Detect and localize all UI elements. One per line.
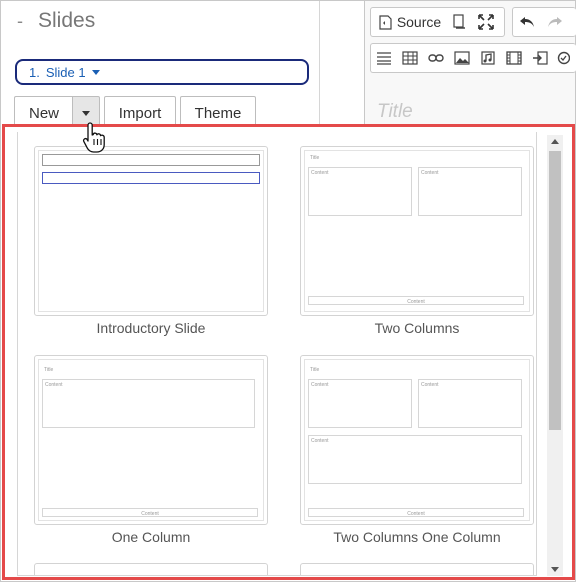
toolbar-row-2 xyxy=(365,43,576,75)
title-placeholder-box xyxy=(42,154,260,166)
video-icon xyxy=(506,51,522,65)
content-placeholder-label: Content xyxy=(407,299,425,305)
scroll-down-icon[interactable] xyxy=(551,567,559,572)
slide-selector-label: Slide 1 xyxy=(45,64,86,80)
title-placeholder-label: Title xyxy=(310,367,320,373)
slide-number: 1. xyxy=(29,64,40,80)
image-icon xyxy=(454,51,470,65)
footer-placeholder-box: Content xyxy=(308,296,524,305)
toolbar-row-1: Source xyxy=(365,7,576,39)
source-label: Source xyxy=(396,14,442,30)
audio-icon xyxy=(481,51,495,65)
video-button[interactable] xyxy=(501,46,527,70)
scroll-thumb[interactable] xyxy=(549,151,561,430)
content-placeholder-box: Content xyxy=(308,379,412,428)
redo-button[interactable] xyxy=(541,10,569,34)
table-button[interactable] xyxy=(397,46,423,70)
content-placeholder-label: Content xyxy=(45,382,63,388)
content-placeholder-label: Content xyxy=(311,438,329,444)
content-placeholder-box: Content xyxy=(42,379,255,428)
layout-name: Two Columns xyxy=(374,320,460,336)
link-icon xyxy=(428,54,444,62)
subtitle-placeholder-box xyxy=(42,172,260,184)
layout-list: Introductory Slide Title Content Content… xyxy=(17,132,537,576)
slide-title-placeholder[interactable]: Title xyxy=(377,101,413,123)
title-placeholder-label: Title xyxy=(44,367,54,373)
audio-button[interactable] xyxy=(475,46,501,70)
content-placeholder-label: Content xyxy=(421,382,439,388)
footer-placeholder-box: Content xyxy=(42,508,258,517)
spellcheck-button[interactable] xyxy=(553,46,573,70)
footer-placeholder-box: Content xyxy=(308,508,524,517)
panel-title: Slides xyxy=(38,9,96,32)
layout-name: Two Columns One Column xyxy=(333,529,501,545)
chevron-down-icon xyxy=(82,111,90,116)
image-button[interactable] xyxy=(449,46,475,70)
toolbar-group-history xyxy=(512,7,576,37)
layout-option-partial[interactable] xyxy=(34,563,268,575)
layout-name: Introductory Slide xyxy=(96,320,206,336)
content-placeholder-label: Content xyxy=(407,511,425,517)
content-placeholder-box: Content xyxy=(308,167,412,216)
toolbar-group-insert xyxy=(370,43,576,73)
horizontal-rule-button[interactable] xyxy=(371,46,397,70)
insert-button[interactable] xyxy=(527,46,553,70)
undo-button[interactable] xyxy=(513,10,541,34)
layout-thumbnail: Title Content Content xyxy=(34,355,268,525)
template-button[interactable] xyxy=(445,10,473,34)
toolbar-group-document: Source xyxy=(370,7,505,37)
link-button[interactable] xyxy=(423,46,449,70)
title-placeholder-label: Title xyxy=(310,155,320,161)
layout-thumbnail xyxy=(34,146,268,316)
panel-divider xyxy=(319,1,320,126)
redo-icon xyxy=(548,17,562,27)
content-placeholder-box: Content xyxy=(308,435,522,484)
spellcheck-icon xyxy=(557,51,570,65)
layout-thumbnail: Title Content Content Content Content xyxy=(300,355,534,525)
layout-option-partial[interactable] xyxy=(300,563,534,575)
layout-name: One Column xyxy=(111,529,191,545)
layout-dropdown: Introductory Slide Title Content Content… xyxy=(2,124,575,580)
source-button[interactable]: Source xyxy=(375,10,445,34)
maximize-button[interactable] xyxy=(473,10,499,34)
scroll-up-icon[interactable] xyxy=(551,139,559,144)
template-icon xyxy=(453,14,465,29)
hand-cursor-icon xyxy=(82,122,105,153)
editor-panel: Source Title xyxy=(364,1,576,126)
table-icon xyxy=(402,51,418,65)
chevron-down-icon xyxy=(91,69,100,75)
content-placeholder-label: Content xyxy=(141,511,159,517)
horizontal-rule-icon xyxy=(377,52,391,65)
content-placeholder-box: Content xyxy=(418,167,522,216)
insert-icon xyxy=(533,51,548,65)
content-placeholder-label: Content xyxy=(421,170,439,176)
layout-scrollbar[interactable] xyxy=(547,135,563,576)
maximize-icon xyxy=(478,14,494,30)
source-icon xyxy=(379,14,392,30)
layout-thumbnail: Title Content Content Content xyxy=(300,146,534,316)
slide-selector[interactable]: 1. Slide 1 xyxy=(15,59,309,85)
collapse-toggle[interactable]: - xyxy=(17,11,23,32)
undo-icon xyxy=(520,17,534,27)
content-placeholder-box: Content xyxy=(418,379,522,428)
content-placeholder-label: Content xyxy=(311,170,329,176)
content-placeholder-label: Content xyxy=(311,382,329,388)
